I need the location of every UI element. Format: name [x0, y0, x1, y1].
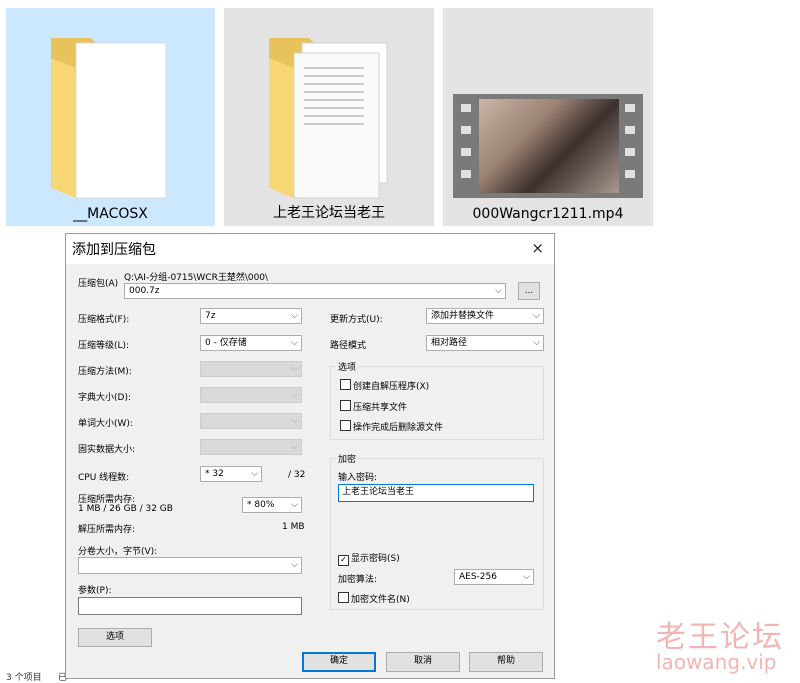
checkbox-icon	[338, 592, 349, 603]
chevron-down-icon: ⌵	[291, 311, 298, 321]
video-thumbnail	[453, 94, 643, 198]
chevron-down-icon: ⌵	[533, 311, 540, 321]
show-password-label: 显示密码(S)	[351, 554, 400, 564]
password-input[interactable]: 上老王论坛当老王	[338, 484, 534, 502]
chevron-down-icon: ⌵	[291, 560, 298, 570]
shared-files-label: 压缩共享文件	[353, 403, 408, 413]
checkbox-icon	[340, 379, 351, 390]
chevron-down-icon: ⌵	[291, 500, 298, 510]
checkbox-icon	[340, 420, 351, 431]
archive-path: Q:\AI-分组-0715\WCR王楚然\000\	[124, 273, 269, 283]
ok-button[interactable]: 确定	[302, 652, 376, 672]
format-value: 7z	[205, 311, 216, 321]
sfx-label: 创建自解压程序(X)	[353, 382, 430, 392]
dict-label: 字典大小(D):	[78, 393, 131, 403]
folder-item-laowang[interactable]: 上老王论坛当老王	[224, 8, 434, 226]
decomp-label: 解压所需内存:	[78, 525, 136, 535]
browse-button[interactable]: ...	[518, 282, 540, 300]
update-select[interactable]: 添加并替换文件 ⌵	[426, 308, 544, 324]
level-select[interactable]: 0 - 仅存储 ⌵	[200, 335, 302, 351]
path-mode-value: 相对路径	[431, 338, 468, 348]
video-item[interactable]: 000Wangcr1211.mp4	[443, 8, 653, 226]
password-value: 上老王论坛当老王	[342, 487, 415, 497]
dict-select[interactable]: ⌵	[200, 387, 302, 403]
mem-value: * 80%	[247, 500, 275, 510]
split-size-combo[interactable]: ⌵	[78, 557, 302, 574]
archive-label: 压缩包(A)	[78, 279, 119, 289]
chevron-down-icon: ⌵	[523, 572, 530, 582]
method-select[interactable]: ⌵	[200, 361, 302, 377]
delete-source-checkbox[interactable]: 操作完成后删除源文件	[340, 420, 443, 433]
close-icon[interactable]: ×	[531, 239, 544, 257]
chevron-down-icon: ⌵	[291, 442, 298, 452]
chevron-down-icon: ⌵	[291, 390, 298, 400]
path-mode-label: 路径模式	[330, 341, 367, 351]
video-frame	[479, 99, 619, 193]
level-value: 0 - 仅存储	[205, 338, 247, 348]
options-button[interactable]: 选项	[78, 628, 152, 647]
method-label: 压缩方法(M):	[78, 367, 132, 377]
file-name: 上老王论坛当老王	[273, 205, 385, 221]
file-name: 000Wangcr1211.mp4	[472, 206, 624, 222]
archive-name-combo[interactable]: 000.7z ⌵	[124, 283, 506, 299]
cancel-button[interactable]: 取消	[386, 652, 460, 672]
mem-select[interactable]: * 80% ⌵	[242, 497, 302, 513]
options-group-title: 选项	[336, 360, 359, 373]
dialog-titlebar: 添加到压缩包 ×	[66, 234, 554, 264]
folder-item-macosx[interactable]: __MACOSX	[6, 8, 215, 226]
status-item-count: 3 个项目	[6, 673, 42, 683]
level-label: 压缩等级(L):	[78, 341, 130, 351]
word-label: 单词大小(W):	[78, 419, 133, 429]
solid-label: 固实数据大小:	[78, 445, 136, 455]
encryption-group-title: 加密	[336, 452, 359, 465]
add-to-archive-dialog: 添加到压缩包 × 压缩包(A) Q:\AI-分组-0715\WCR王楚然\000…	[65, 233, 555, 679]
update-value: 添加并替换文件	[431, 311, 495, 321]
password-label: 输入密码:	[338, 473, 378, 483]
format-label: 压缩格式(F):	[78, 315, 130, 325]
split-label: 分卷大小，字节(V):	[78, 547, 158, 557]
show-password-checkbox[interactable]: ✓ 显示密码(S)	[338, 551, 400, 566]
file-name: __MACOSX	[73, 206, 148, 222]
chevron-down-icon: ⌵	[533, 338, 540, 348]
shared-files-checkbox[interactable]: 压缩共享文件	[340, 400, 407, 413]
algorithm-label: 加密算法:	[338, 575, 378, 585]
cpu-label: CPU 线程数:	[78, 473, 130, 483]
chevron-down-icon: ⌵	[291, 364, 298, 374]
decomp-value: 1 MB	[282, 522, 305, 532]
archive-name-value: 000.7z	[129, 286, 160, 296]
delete-source-label: 操作完成后删除源文件	[353, 423, 444, 433]
cpu-value: * 32	[205, 469, 224, 479]
algorithm-value: AES-256	[459, 572, 497, 582]
algorithm-select[interactable]: AES-256 ⌵	[454, 569, 534, 585]
cpu-select[interactable]: * 32 ⌵	[200, 466, 262, 482]
update-label: 更新方式(U):	[330, 315, 383, 325]
word-select[interactable]: ⌵	[200, 413, 302, 429]
dialog-title: 添加到压缩包	[72, 242, 156, 258]
chevron-down-icon: ⌵	[251, 469, 258, 479]
cpu-max: / 32	[288, 470, 306, 480]
path-mode-select[interactable]: 相对路径 ⌵	[426, 335, 544, 351]
watermark-url: laowang.vip	[656, 650, 777, 674]
params-label: 参数(P):	[78, 586, 112, 596]
params-input[interactable]	[78, 597, 302, 615]
folder-icon	[269, 38, 388, 199]
folder-icon	[51, 38, 167, 199]
chevron-down-icon: ⌵	[495, 286, 502, 296]
checkbox-icon	[340, 400, 351, 411]
encrypt-names-label: 加密文件名(N)	[351, 595, 410, 605]
solid-select[interactable]: ⌵	[200, 439, 302, 455]
format-select[interactable]: 7z ⌵	[200, 308, 302, 324]
chevron-down-icon: ⌵	[291, 416, 298, 426]
sfx-checkbox[interactable]: 创建自解压程序(X)	[340, 379, 429, 392]
mem-detail: 1 MB / 26 GB / 32 GB	[78, 504, 173, 514]
checkmark-icon: ✓	[338, 555, 349, 566]
encrypt-names-checkbox[interactable]: 加密文件名(N)	[338, 592, 410, 605]
chevron-down-icon: ⌵	[291, 338, 298, 348]
help-button[interactable]: 帮助	[469, 652, 543, 672]
